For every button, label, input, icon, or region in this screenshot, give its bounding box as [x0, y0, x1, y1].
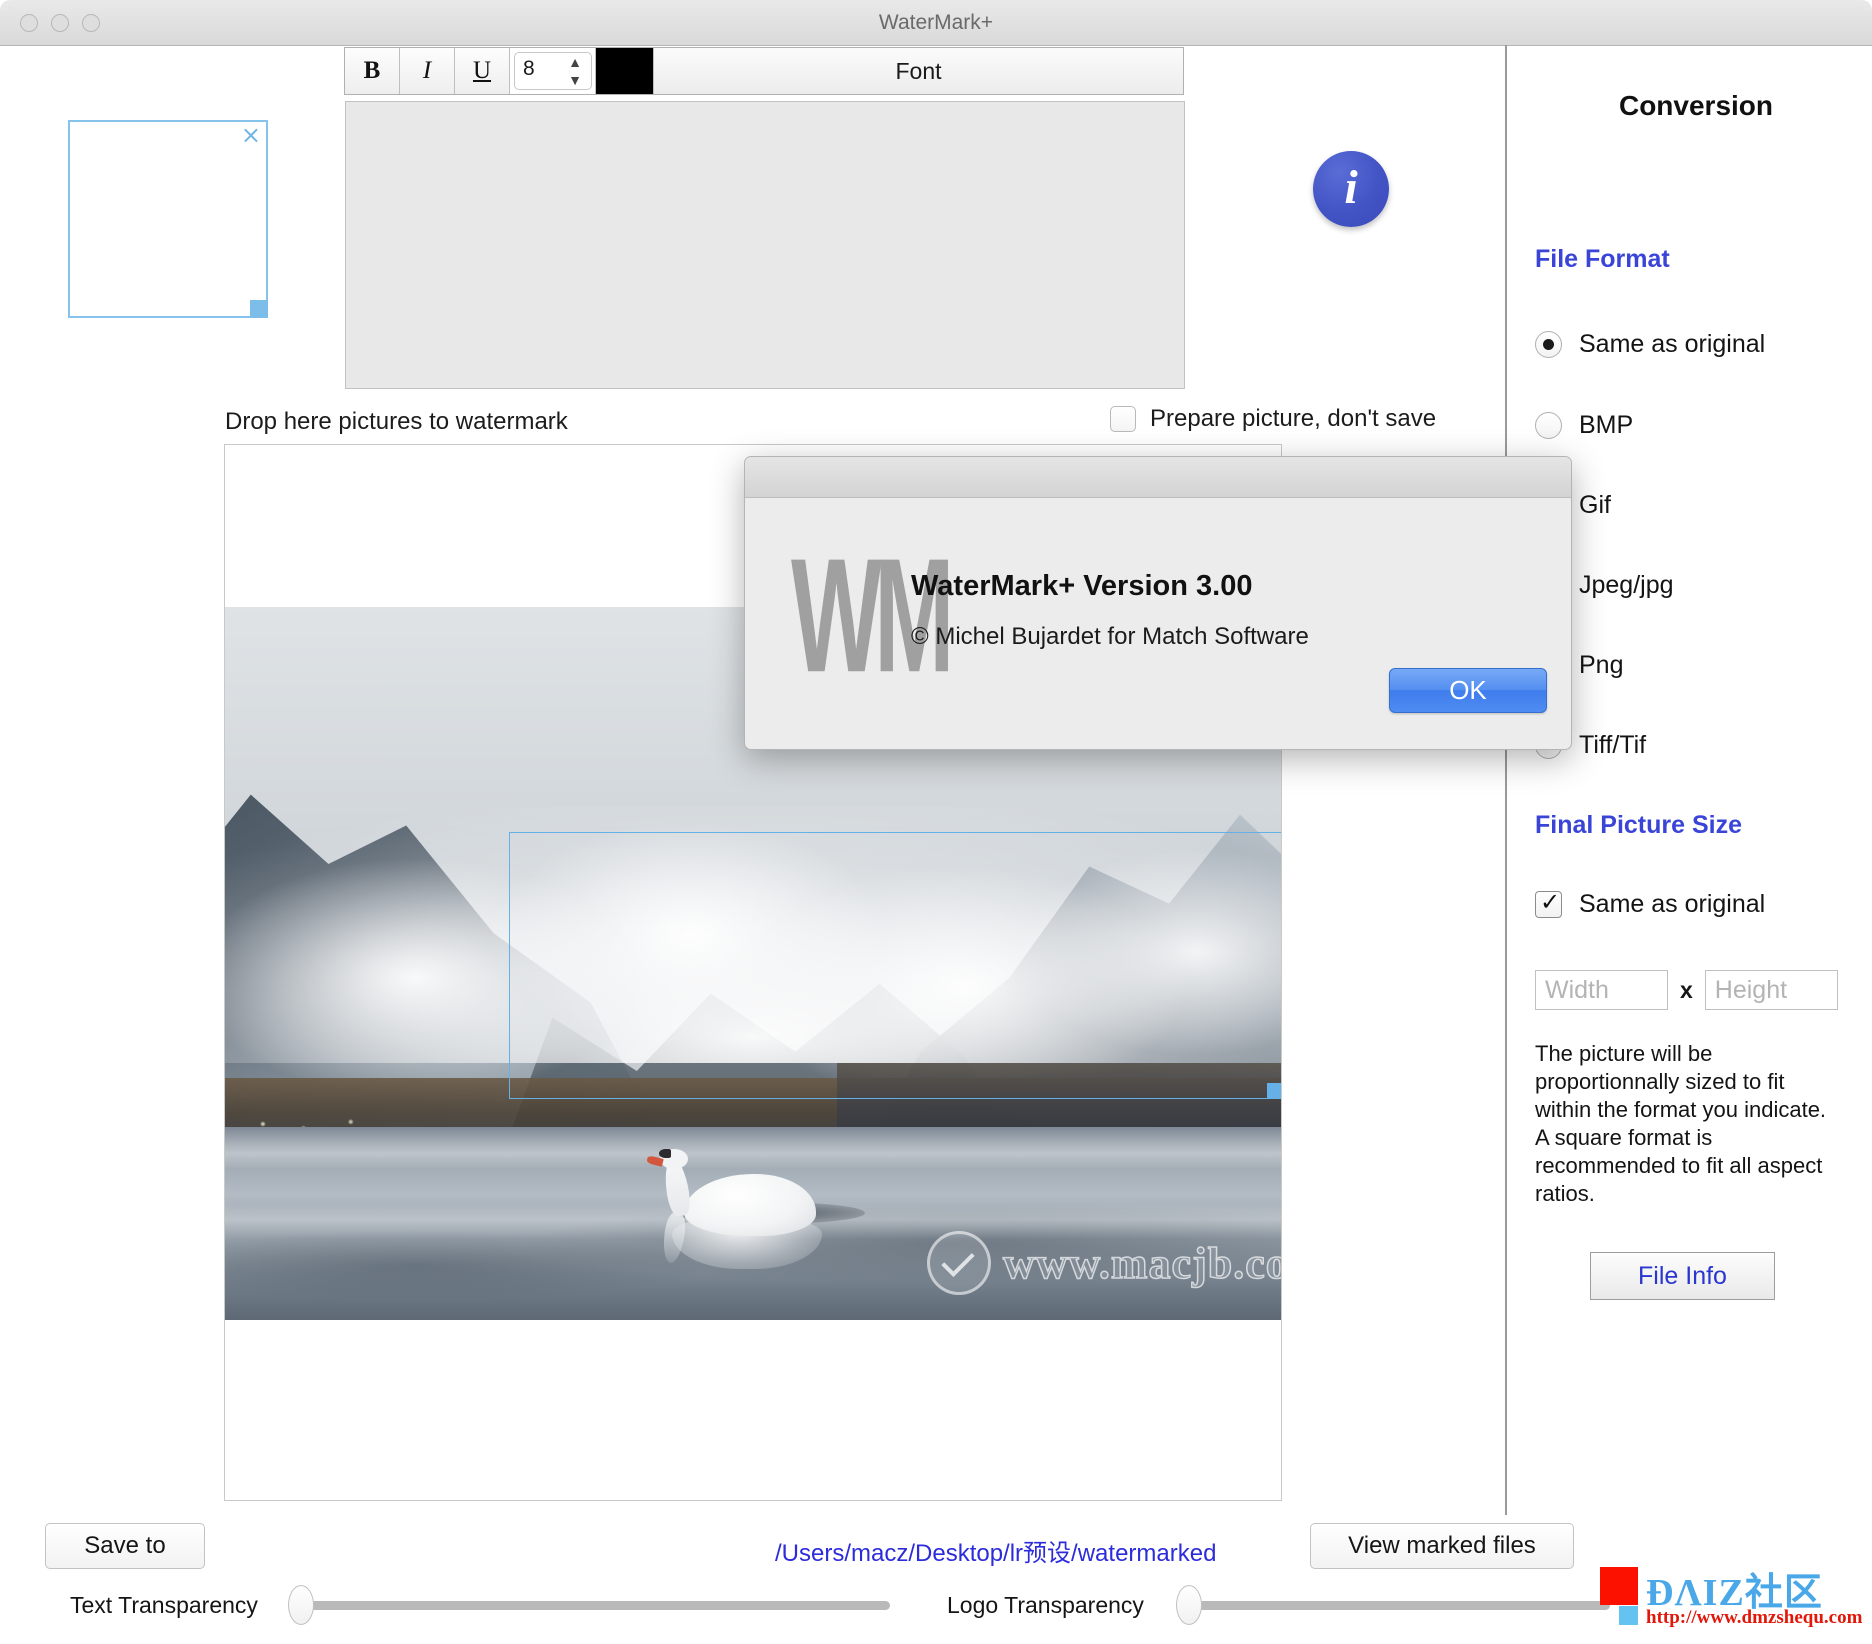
bold-button[interactable]: B	[345, 48, 400, 94]
radio-icon[interactable]	[1535, 412, 1562, 439]
text-transparency-label: Text Transparency	[70, 1592, 258, 1618]
text-transparency-slider-track[interactable]	[300, 1601, 890, 1610]
app-window: WaterMark+ B I U 8 ▲ ▼ Font × i Drop her…	[0, 0, 1872, 1644]
checkbox-icon[interactable]	[1535, 888, 1562, 918]
final-size-same-as-original-row[interactable]: Same as original	[1535, 888, 1766, 919]
prepare-picture-row[interactable]: Prepare picture, don't save	[1110, 405, 1436, 433]
chevron-up-icon[interactable]: ▲	[568, 55, 582, 69]
logo-resize-handle[interactable]	[250, 300, 268, 318]
view-marked-files-button[interactable]: View marked files	[1310, 1523, 1574, 1569]
dmz-watermark-overlay: ĐΛIZ社区 http://www.dmzshequ.com	[1600, 1563, 1862, 1637]
font-size-value: 8	[523, 57, 535, 80]
panel-divider	[1505, 45, 1507, 1515]
radio-icon[interactable]	[1535, 331, 1562, 358]
dmz-blue-square-icon	[1619, 1606, 1638, 1625]
window-titlebar: WaterMark+	[0, 0, 1872, 46]
window-title: WaterMark+	[878, 11, 994, 34]
font-size-stepper[interactable]: 8 ▲ ▼	[510, 48, 596, 94]
about-wm-logo: WM	[791, 524, 954, 707]
save-path-link[interactable]: /Users/macz/Desktop/lr预设/watermarked	[775, 1533, 1216, 1568]
info-glyph: i	[1344, 160, 1358, 214]
prepare-picture-checkbox[interactable]	[1110, 406, 1136, 432]
photo-treeline-right	[837, 1063, 1281, 1135]
final-picture-size-heading: Final Picture Size	[1535, 811, 1743, 839]
font-toolbar: B I U 8 ▲ ▼ Font	[344, 47, 1184, 95]
save-to-button[interactable]: Save to	[45, 1523, 205, 1569]
about-dialog: WM WaterMark+ Version 3.00 © Michel Buja…	[744, 456, 1572, 750]
radio-label: Same as original	[1579, 330, 1766, 358]
logo-transparency-label: Logo Transparency	[947, 1592, 1144, 1618]
size-help-text: The picture will be proportionnally size…	[1535, 1041, 1827, 1206]
page-title: Conversion	[1618, 90, 1774, 121]
size-inputs-row[interactable]: Width x Height	[1535, 970, 1838, 1010]
dmz-red-square-icon	[1600, 1567, 1638, 1605]
logo-transparency-slider-knob[interactable]	[1176, 1585, 1202, 1625]
text-color-swatch[interactable]	[596, 48, 654, 94]
ok-button[interactable]: OK	[1389, 668, 1547, 713]
radio-label: Png	[1579, 651, 1624, 679]
width-input[interactable]: Width	[1535, 970, 1668, 1010]
logo-transparency-slider-track[interactable]	[1190, 1601, 1610, 1610]
radio-label: Gif	[1579, 491, 1611, 519]
final-size-same-label: Same as original	[1579, 890, 1766, 918]
chevron-down-icon[interactable]: ▼	[568, 73, 582, 87]
font-picker-button[interactable]: Font	[654, 48, 1183, 94]
italic-button[interactable]: I	[400, 48, 455, 94]
radio-same-as-original[interactable]: Same as original	[1535, 330, 1765, 359]
size-separator: x	[1680, 976, 1693, 1003]
about-version-text: WaterMark+ Version 3.00	[911, 570, 1253, 602]
dmz-url-text: http://www.dmzshequ.com	[1646, 1607, 1863, 1628]
conversion-sidebar: Conversion File Format Same as original …	[1520, 45, 1872, 1515]
logo-drop-zone[interactable]: ×	[68, 120, 268, 318]
radio-label: Tiff/Tif	[1579, 731, 1647, 759]
radio-label: BMP	[1579, 411, 1634, 439]
text-transparency-slider-knob[interactable]	[288, 1585, 314, 1625]
file-info-button[interactable]: File Info	[1590, 1252, 1775, 1300]
photo-mist	[225, 806, 1281, 1064]
stepper-arrows[interactable]: ▲ ▼	[567, 55, 583, 87]
height-input[interactable]: Height	[1704, 970, 1838, 1010]
about-dialog-titlebar	[745, 457, 1571, 498]
radio-label: Jpeg/jpg	[1579, 571, 1674, 599]
radio-bmp[interactable]: BMP	[1535, 411, 1633, 440]
watermark-text-input[interactable]	[345, 101, 1185, 389]
underline-button[interactable]: U	[455, 48, 510, 94]
info-icon[interactable]: i	[1313, 151, 1389, 227]
prepare-picture-label: Prepare picture, don't save	[1150, 405, 1437, 432]
drop-pictures-label: Drop here pictures to watermark	[225, 408, 568, 435]
about-copyright-text: © Michel Bujardet for Match Software	[911, 623, 1309, 650]
close-icon[interactable]: ×	[241, 123, 261, 147]
file-format-heading: File Format	[1535, 245, 1670, 273]
photo-swan-head-cap	[659, 1148, 672, 1158]
